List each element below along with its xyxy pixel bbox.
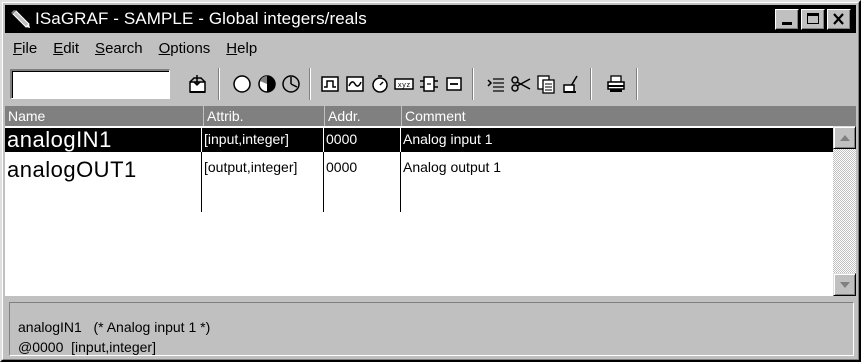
scroll-down-button[interactable] — [833, 273, 856, 296]
toolbar-separator — [590, 68, 592, 100]
block-icon[interactable] — [418, 73, 440, 95]
menu-bar: File Edit Search Options Help — [6, 38, 266, 62]
paste-icon[interactable] — [560, 73, 582, 95]
column-header-addr[interactable]: Addr. — [324, 106, 401, 126]
vertical-scrollbar[interactable] — [833, 126, 856, 296]
toolbar-separator — [218, 68, 220, 100]
circle-half-icon[interactable] — [256, 73, 278, 95]
wave-icon[interactable] — [344, 73, 366, 95]
close-icon — [833, 13, 844, 25]
variables-table: Name Attrib. Addr. Comment analogIN1 [in… — [5, 106, 856, 296]
print-icon[interactable] — [605, 73, 627, 95]
isagraf-window: ISaGRAF - SAMPLE - Global integers/reals… — [0, 0, 861, 362]
toolbar-separator — [472, 68, 474, 100]
scroll-up-button[interactable] — [833, 126, 856, 149]
column-divider — [201, 152, 202, 212]
toolbar: xyz — [5, 66, 856, 104]
column-divider — [201, 128, 202, 152]
search-input[interactable] — [10, 69, 170, 99]
table-row[interactable]: analogIN1 [input,integer] 0000 Analog in… — [5, 128, 833, 152]
cell-addr: 0000 — [326, 131, 358, 147]
pulse-icon[interactable] — [319, 73, 341, 95]
status-panel: analogIN1 (* Analog input 1 *) @0000 [in… — [9, 302, 854, 356]
menu-search[interactable]: Search — [88, 38, 150, 62]
column-divider — [323, 128, 324, 152]
timer-icon[interactable] — [369, 73, 391, 95]
menu-help[interactable]: Help — [219, 38, 264, 62]
status-line-1: analogIN1 (* Analog input 1 *) — [18, 319, 211, 335]
cell-addr: 0000 — [326, 159, 358, 175]
maximize-icon — [807, 13, 819, 24]
cell-attrib: [input,integer] — [204, 131, 289, 147]
pencil-icon[interactable] — [9, 8, 33, 30]
arrow-up-icon — [840, 135, 850, 141]
cell-comment: Analog input 1 — [403, 131, 493, 147]
scissors-icon[interactable] — [510, 73, 532, 95]
column-header-comment[interactable]: Comment — [401, 106, 856, 126]
circle-clock-icon[interactable] — [280, 73, 302, 95]
xyz-icon[interactable]: xyz — [393, 73, 415, 95]
status-line-2: @0000 [input,integer] — [18, 339, 156, 355]
menu-edit[interactable]: Edit — [46, 38, 86, 62]
column-header-attrib[interactable]: Attrib. — [203, 106, 324, 126]
menu-file[interactable]: File — [6, 38, 44, 62]
svg-text:xyz: xyz — [398, 81, 411, 89]
window-title: ISaGRAF - SAMPLE - Global integers/reals — [35, 9, 367, 28]
status-area: analogIN1 (* Analog input 1 *) @0000 [in… — [5, 298, 856, 358]
column-divider — [400, 128, 401, 152]
window-controls — [775, 9, 851, 30]
dash-box-icon[interactable] — [443, 73, 465, 95]
column-divider — [323, 152, 324, 212]
toolbar-separator — [636, 68, 638, 100]
open-file-icon[interactable] — [186, 73, 208, 95]
table-row[interactable]: analogOUT1 [output,integer] 0000 Analog … — [5, 152, 833, 212]
column-header-name[interactable]: Name — [5, 106, 203, 126]
minimize-button[interactable] — [775, 9, 799, 30]
cell-comment: Analog output 1 — [403, 159, 502, 175]
cell-name: analogOUT1 — [7, 158, 137, 182]
menu-options[interactable]: Options — [152, 38, 218, 62]
list-insert-icon[interactable] — [485, 73, 507, 95]
arrow-down-icon — [840, 282, 850, 288]
cell-attrib: [output,integer] — [204, 159, 298, 175]
toolbar-separator — [309, 68, 311, 100]
cell-name: analogIN1 — [7, 128, 112, 152]
column-divider — [400, 152, 401, 212]
maximize-button[interactable] — [801, 9, 825, 30]
circle-empty-icon[interactable] — [231, 73, 253, 95]
title-bar[interactable]: ISaGRAF - SAMPLE - Global integers/reals — [5, 5, 856, 33]
close-button[interactable] — [827, 9, 851, 30]
copy-icon[interactable] — [535, 73, 557, 95]
minimize-icon — [782, 22, 792, 25]
